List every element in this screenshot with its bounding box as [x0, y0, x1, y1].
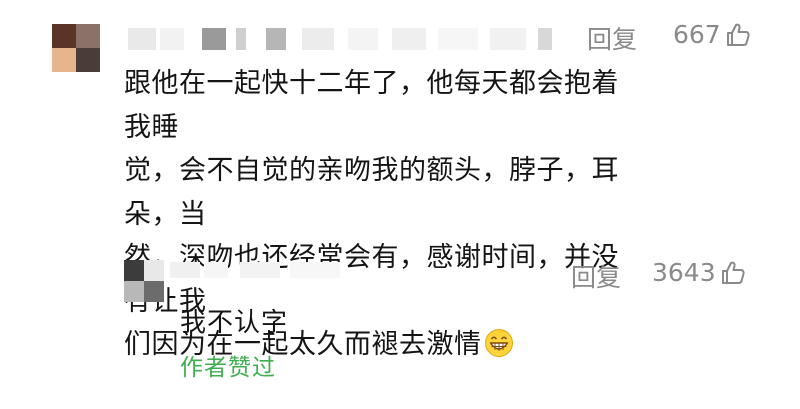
replier-avatar[interactable]	[124, 260, 164, 302]
comment-line-text: 们因为在一起太久而褪去激情	[124, 329, 482, 360]
reply-label: 回复	[571, 263, 622, 292]
thumbs-up-icon	[726, 23, 750, 46]
like-count: 667	[673, 20, 721, 49]
commenter-avatar[interactable]	[52, 24, 100, 72]
replier-name-blurred[interactable]	[170, 262, 360, 278]
reply-text: 我不认字	[180, 308, 289, 338]
thumbs-up-icon	[721, 261, 745, 284]
comment-line: 跟他在一起快十二年了，他每天都会抱着我睡	[124, 68, 619, 143]
reply-label: 回复	[587, 25, 638, 54]
reply-button[interactable]: 回复	[571, 258, 621, 294]
like-button[interactable]: 3643	[652, 258, 746, 287]
grinning-emoji-icon	[484, 329, 513, 357]
comment-line: 觉，会不自觉的亲吻我的额头，脖子，耳朵，当	[124, 155, 619, 230]
reply-button[interactable]: 回复	[587, 20, 637, 56]
like-count: 3643	[652, 258, 716, 287]
like-button[interactable]: 667	[673, 20, 751, 49]
author-liked-badge: 作者赞过	[180, 355, 276, 381]
commenter-name-blurred[interactable]	[124, 28, 554, 50]
